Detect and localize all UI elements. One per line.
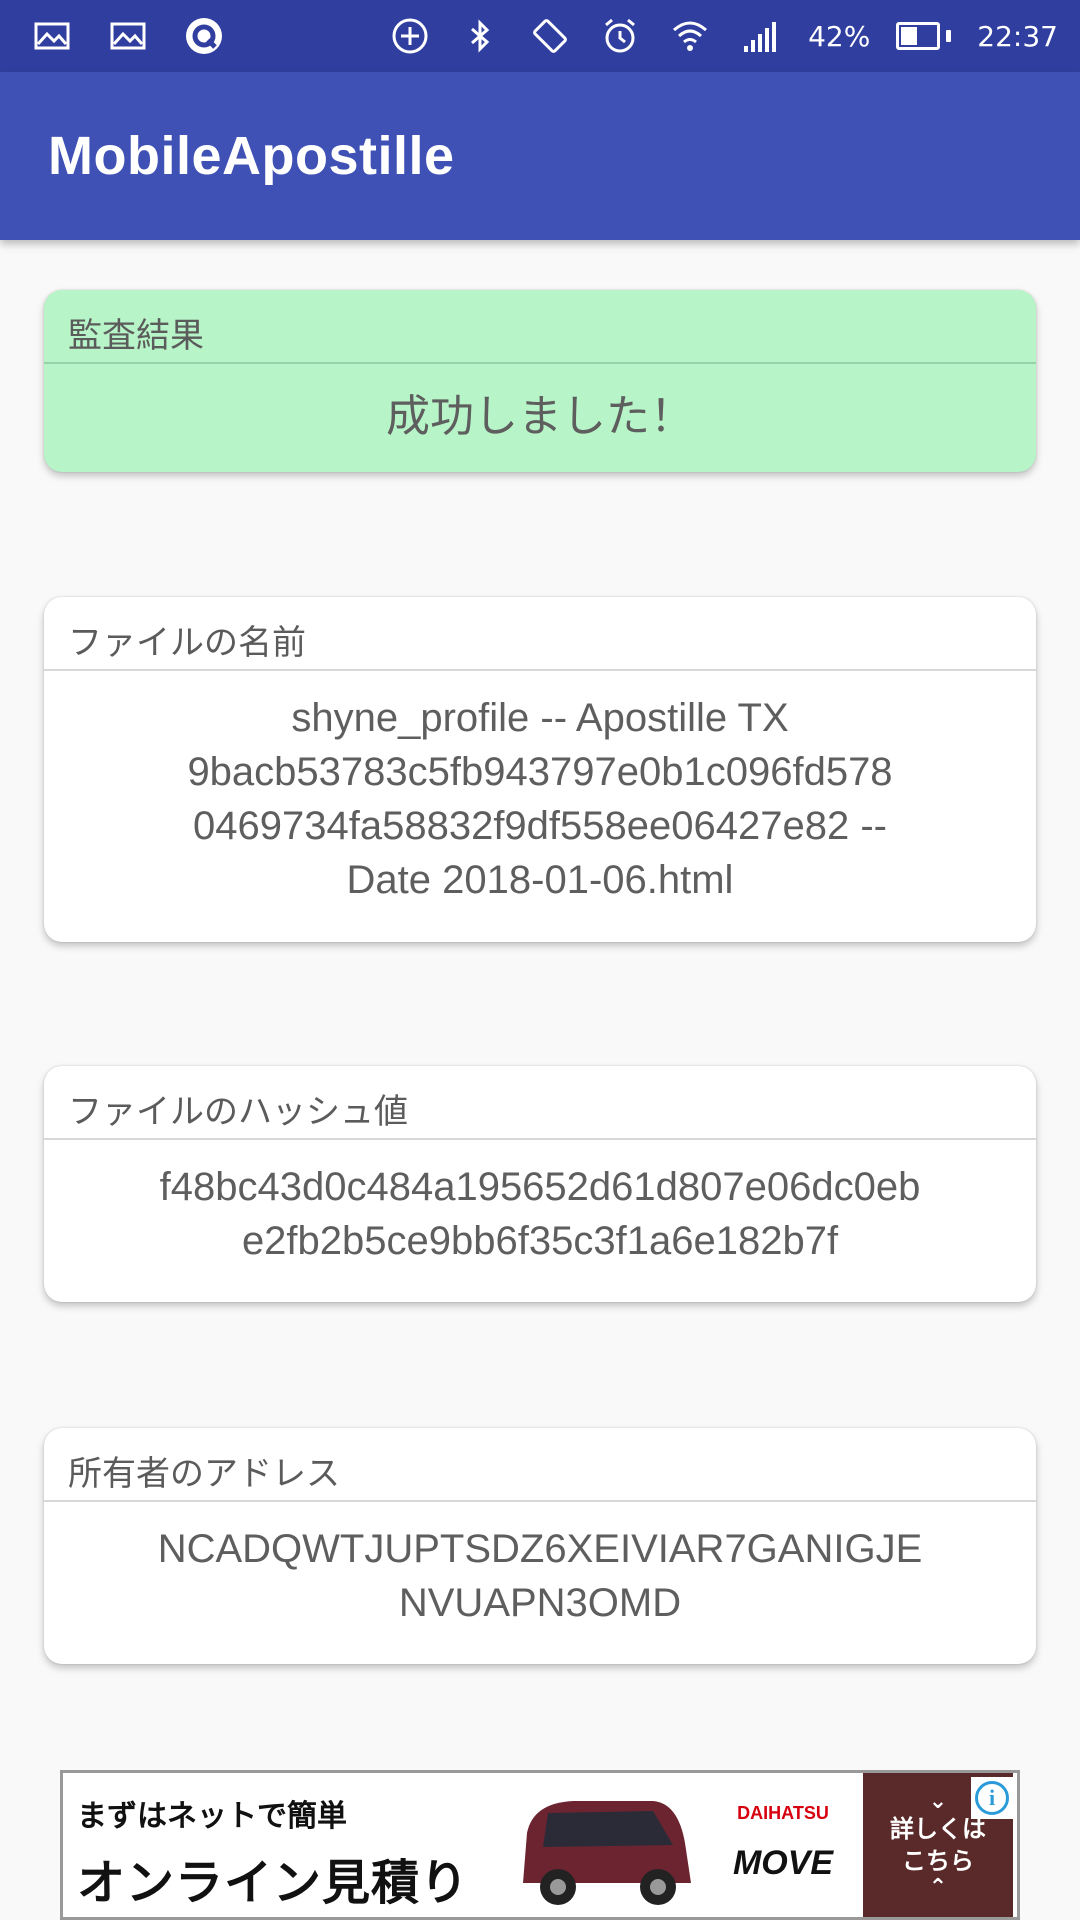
ad-model-name: MOVE [732,1844,834,1882]
rotate-icon [528,14,572,58]
image-icon [106,14,150,58]
owner-address-value: NCADQWTJUPTSDZ6XEIVIAR7GANIGJE NVUAPN3OM… [157,1527,923,1625]
audit-result-value: 成功しました！ [386,391,694,442]
file-hash-label: ファイルのハッシュ値 [44,1066,1036,1140]
chevron-down-icon: ⌄ [928,1789,948,1814]
ad-info-icon[interactable]: i [971,1777,1013,1819]
ad-cta-line2: こちら [902,1847,974,1875]
q-app-icon [182,14,226,58]
owner-address-card: 所有者のアドレス NCADQWTJUPTSDZ6XEIVIAR7GANIGJE … [44,1428,1036,1664]
battery-icon [896,22,952,50]
ad-brand: DAIHATSU MOVE [703,1773,863,1917]
file-hash-value: f48bc43d0c484a195652d61d807e06dc0eb e2fb… [159,1165,921,1263]
file-name-card: ファイルの名前 shyne_profile -- Apostille TX 9b… [44,597,1036,942]
file-hash-card: ファイルのハッシュ値 f48bc43d0c484a195652d61d807e0… [44,1066,1036,1302]
add-circle-icon [388,14,432,58]
clock: 22:37 [977,19,1058,53]
owner-address-label: 所有者のアドレス [44,1428,1036,1502]
wifi-icon [668,14,712,58]
ad-text: まずはネットで簡単 オンライン見積り [63,1773,503,1917]
file-name-label: ファイルの名前 [44,597,1036,671]
ad-brand-name: DAIHATSU [737,1803,829,1823]
battery-percent: 42% [808,19,871,53]
signal-icon [738,14,782,58]
audit-result-card: 監査結果 成功しました！ [44,290,1036,472]
car-image [503,1773,703,1917]
chevron-up-icon: ⌃ [928,1875,948,1900]
ad-banner[interactable]: まずはネットで簡単 オンライン見積り DAIHATSU MOVE ⌄ 詳しくは … [60,1770,1020,1920]
image-icon [30,14,74,58]
status-bar-system: 42% 22:37 [388,14,1058,58]
app-bar: MobileApostille [0,72,1080,240]
file-name-value: shyne_profile -- Apostille TX 9bacb53783… [187,696,893,902]
alarm-icon [598,14,642,58]
audit-result-label: 監査結果 [44,290,1036,364]
status-bar-notifications [30,14,226,58]
status-bar: 42% 22:37 [0,0,1080,72]
ad-headline-small: まずはネットで簡単 [77,1799,347,1834]
app-title: MobileApostille [48,126,455,186]
bluetooth-icon [458,14,502,58]
ad-headline-large: オンライン見積り [77,1855,470,1911]
